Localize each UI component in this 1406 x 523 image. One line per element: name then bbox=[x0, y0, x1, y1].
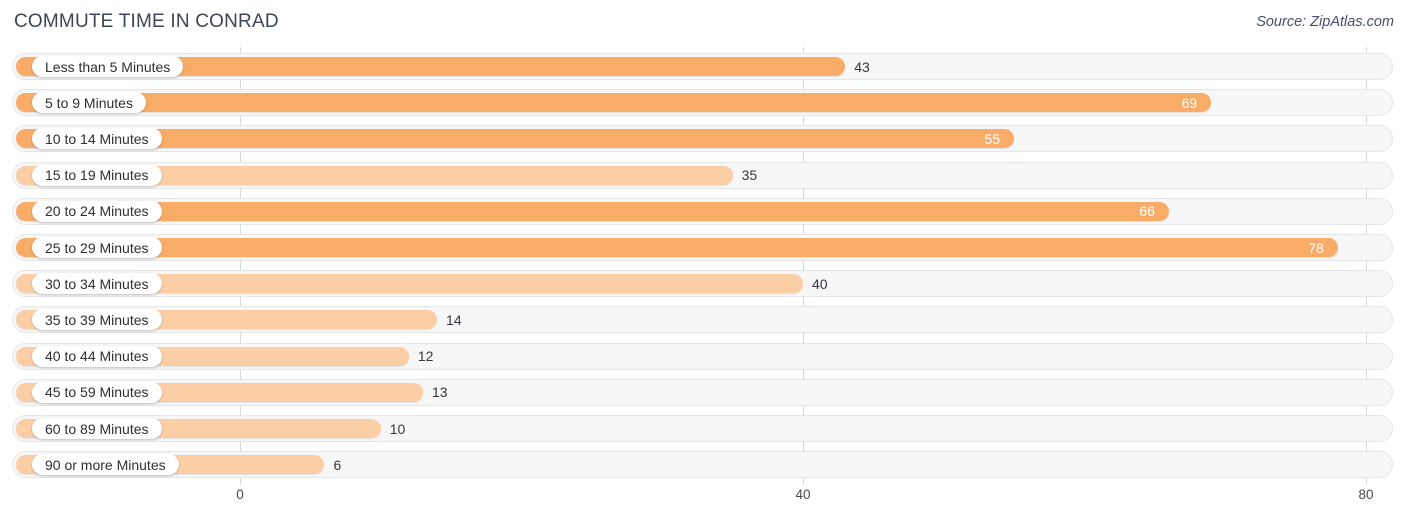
bar-category-text: 60 to 89 Minutes bbox=[45, 420, 149, 437]
bar-value-label: 55 bbox=[984, 130, 1001, 147]
bar-value-label: 6 bbox=[333, 456, 342, 473]
bar-category-label: 15 to 19 Minutes bbox=[32, 164, 162, 186]
bar-row[interactable]: 20 to 24 Minutes 66 bbox=[12, 197, 1393, 225]
chart-container: COMMUTE TIME IN CONRAD Source: ZipAtlas.… bbox=[0, 0, 1406, 523]
bar-value-label: 13 bbox=[431, 384, 448, 401]
chart-header: COMMUTE TIME IN CONRAD Source: ZipAtlas.… bbox=[0, 0, 1406, 44]
bar-value-label: 14 bbox=[446, 311, 462, 328]
bar-row[interactable]: 10 to 14 Minutes 55 bbox=[12, 125, 1393, 153]
bar-value-label: 66 bbox=[1139, 203, 1155, 220]
bar-category-label: 30 to 34 Minutes bbox=[32, 273, 162, 295]
bar-value-label: 10 bbox=[389, 420, 406, 437]
bar-category-text: Less than 5 Minutes bbox=[45, 58, 171, 75]
bar-row[interactable]: 45 to 59 Minutes 13 bbox=[12, 378, 1393, 406]
bar-category-text: 40 to 44 Minutes bbox=[45, 348, 149, 365]
x-axis-tick-label: 0 bbox=[236, 487, 244, 502]
bar-row[interactable]: 40 to 44 Minutes 12 bbox=[12, 342, 1393, 370]
bar-category-label: 90 or more Minutes bbox=[32, 454, 179, 476]
bar-value-label: 69 bbox=[1181, 94, 1198, 111]
bar-row[interactable]: Less than 5 Minutes 43 bbox=[12, 53, 1393, 80]
bar-value-label: 43 bbox=[854, 58, 870, 75]
bar-rows: Less than 5 Minutes 43 5 to 9 Minutes 69 10 … bbox=[0, 47, 1406, 485]
bar-row[interactable]: 90 or more Minutes 6 bbox=[12, 451, 1393, 479]
bar-row[interactable]: 30 to 34 Minutes 40 bbox=[12, 270, 1393, 298]
x-axis-tick-label: 80 bbox=[1358, 487, 1374, 502]
bar-row[interactable]: 5 to 9 Minutes 69 bbox=[12, 89, 1393, 117]
bar-category-text: 90 or more Minutes bbox=[45, 456, 166, 473]
bar-value-label: 35 bbox=[741, 167, 758, 184]
bar-category-text: 45 to 59 Minutes bbox=[45, 384, 149, 401]
x-axis: 0 40 80 bbox=[0, 485, 1406, 523]
bar-category-label: 45 to 59 Minutes bbox=[32, 381, 162, 403]
bar-row[interactable]: 60 to 89 Minutes 10 bbox=[12, 415, 1393, 442]
bar-row[interactable]: 35 to 39 Minutes 14 bbox=[12, 306, 1393, 334]
x-axis-tick-label: 40 bbox=[795, 487, 811, 502]
bar-row[interactable]: 15 to 19 Minutes 35 bbox=[12, 161, 1393, 189]
bar-category-text: 30 to 34 Minutes bbox=[45, 275, 149, 292]
bar-category-text: 35 to 39 Minutes bbox=[45, 311, 149, 328]
bar-row[interactable]: 25 to 29 Minutes 78 bbox=[12, 234, 1393, 261]
bar-category-label: Less than 5 Minutes bbox=[32, 56, 184, 77]
page-title: COMMUTE TIME IN CONRAD bbox=[14, 11, 279, 32]
bar-category-label: 40 to 44 Minutes bbox=[32, 345, 162, 367]
bar-category-label: 60 to 89 Minutes bbox=[32, 418, 162, 439]
bar-value-label: 78 bbox=[1308, 239, 1324, 256]
plot-area: Less than 5 Minutes 43 5 to 9 Minutes 69 10 … bbox=[0, 47, 1406, 485]
source-attribution: Source: ZipAtlas.com bbox=[1256, 14, 1394, 30]
bar-value-label: 12 bbox=[417, 348, 434, 365]
bar-category-label: 35 to 39 Minutes bbox=[32, 309, 162, 331]
bar-category-text: 15 to 19 Minutes bbox=[45, 167, 149, 184]
bar-value-label: 40 bbox=[812, 275, 828, 292]
